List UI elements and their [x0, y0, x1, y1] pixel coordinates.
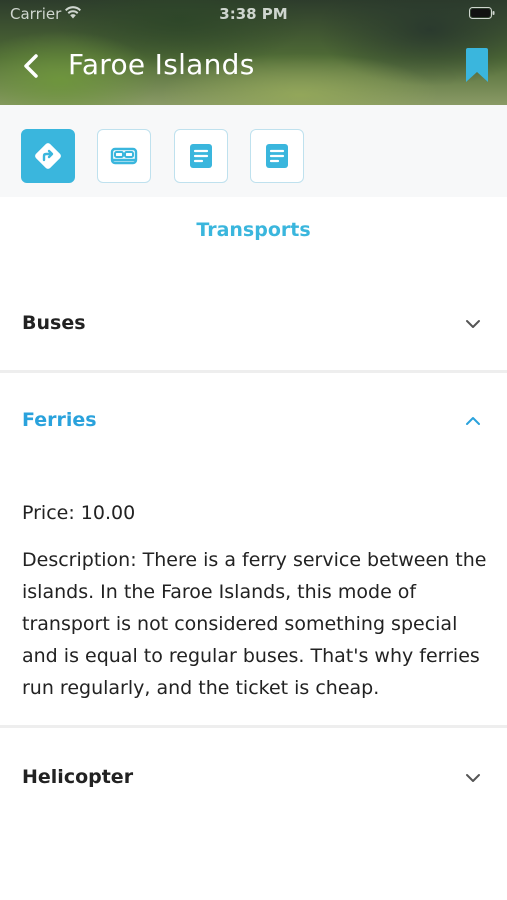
- status-bar: Carrier 3:38 PM: [0, 0, 507, 28]
- document-icon: [190, 144, 212, 168]
- accordion-title: Ferries: [22, 409, 97, 431]
- bed-icon: [110, 147, 138, 165]
- ferry-description: Description: There is a ferry service be…: [22, 549, 487, 699]
- chevron-up-icon: [466, 417, 480, 425]
- battery-icon: [469, 7, 495, 19]
- status-time: 3:38 PM: [219, 5, 288, 23]
- accordion-header-buses[interactable]: Buses: [0, 294, 507, 354]
- accordion-title: Helicopter: [22, 766, 134, 788]
- chevron-left-icon[interactable]: [20, 52, 42, 80]
- accordion-title: Buses: [22, 312, 86, 334]
- document-category-button[interactable]: [250, 129, 304, 183]
- category-bar: [0, 105, 507, 197]
- divider: [0, 725, 507, 728]
- accordion-header-helicopter[interactable]: Helicopter: [0, 748, 507, 808]
- chevron-down-icon: [466, 774, 480, 782]
- document-category-button[interactable]: [174, 129, 228, 183]
- ferry-price: Price: 10.00: [22, 502, 136, 524]
- page-title: Faroe Islands: [68, 48, 255, 81]
- accommodation-category-button[interactable]: [97, 129, 151, 183]
- directions-icon: [35, 143, 61, 169]
- divider: [0, 370, 507, 373]
- chevron-down-icon: [466, 320, 480, 328]
- bookmark-icon[interactable]: [464, 47, 490, 83]
- transport-category-button[interactable]: [21, 129, 75, 183]
- section-title: Transports: [196, 219, 311, 241]
- accordion-header-ferries[interactable]: Ferries: [0, 391, 507, 451]
- document-icon: [266, 144, 288, 168]
- header: Carrier 3:38 PM Faroe Islands: [0, 0, 507, 105]
